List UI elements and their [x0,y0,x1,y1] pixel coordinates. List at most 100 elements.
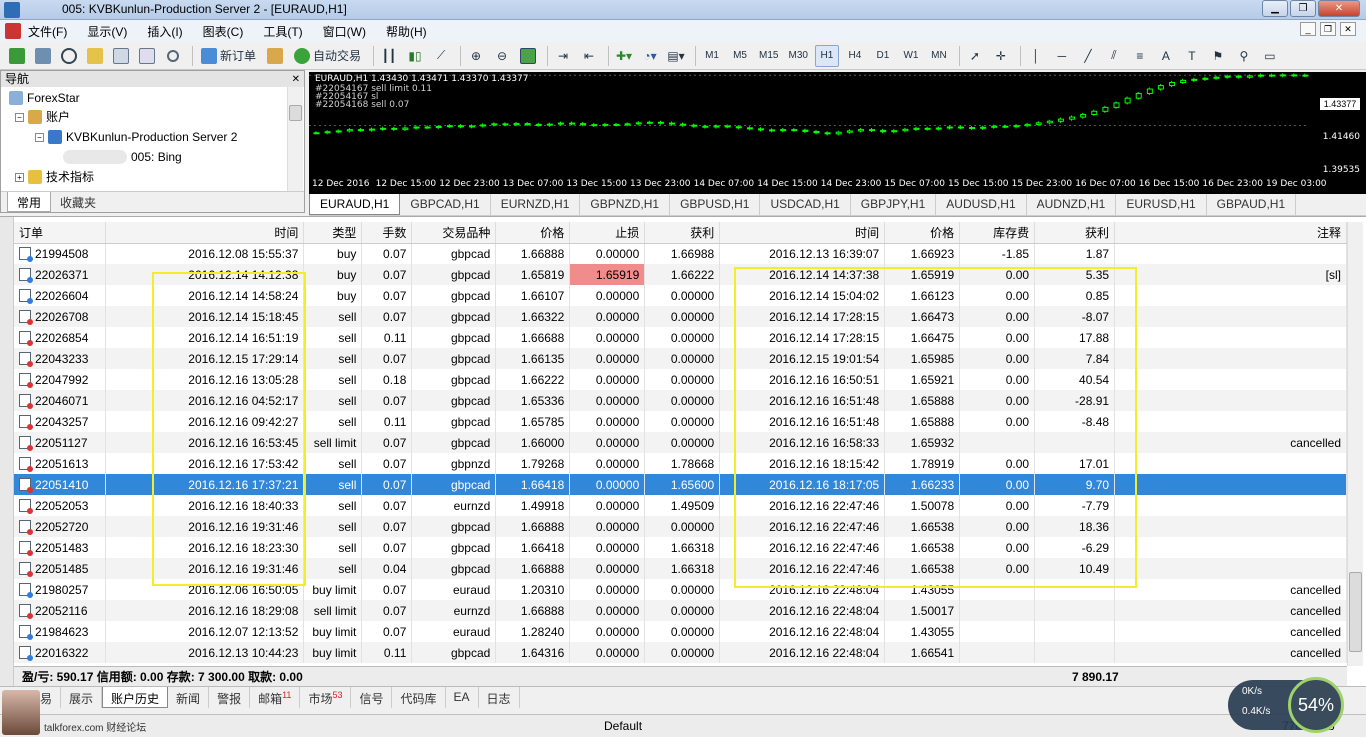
favorites-button[interactable] [84,45,106,67]
metaeditor-button[interactable] [264,45,286,67]
close-button[interactable]: ✕ [1318,0,1360,17]
candlestick-button[interactable]: ▮▯ [404,45,426,67]
timeframe-m30[interactable]: M30 [785,45,810,67]
tab-favorites[interactable]: 收藏夹 [51,192,105,212]
tree-item-server[interactable]: − KVBKunlun-Production Server 2 [35,128,237,146]
menu-help[interactable]: 帮助(H) [386,23,427,40]
close-icon[interactable]: ✕ [292,72,300,88]
column-header[interactable]: 止损 [569,222,646,244]
chart-tab[interactable]: GBPUSD,H1 [670,194,761,215]
table-row[interactable]: 22051410 2016.12.16 17:37:21 sell 0.07 gbpca… [14,474,1347,495]
menu-view[interactable]: 显示(V) [87,23,127,40]
timeframe-d1[interactable]: D1 [871,45,895,67]
table-row[interactable]: 22026708 2016.12.14 15:18:45 sell 0.07 gbpca… [14,306,1347,327]
table-row[interactable]: 22052720 2016.12.16 19:31:46 sell 0.07 gbpca… [14,516,1347,537]
terminal-tab[interactable]: 代码库 [392,687,446,708]
network-speed-widget[interactable]: 0K/s 0.4K/s 54% [1228,677,1344,733]
table-row[interactable]: 22026854 2016.12.14 16:51:19 sell 0.11 gbpca… [14,327,1347,348]
new-chart-button[interactable] [6,45,28,67]
zoom-in-button[interactable]: ⊕ [465,45,487,67]
cursor-tool[interactable]: ➚ [964,45,986,67]
collapse-icon[interactable]: − [35,132,44,142]
terminal-tab[interactable]: 展示 [61,687,103,708]
chart-tab[interactable]: GBPAUD,H1 [1207,194,1297,215]
tree-item-root[interactable]: ForexStar [9,89,80,107]
menu-charts[interactable]: 图表(C) [203,23,244,40]
vertical-line-tool[interactable]: │ [1025,45,1047,67]
timeframe-m15[interactable]: M15 [756,45,781,67]
timeframe-h4[interactable]: H4 [843,45,867,67]
column-header[interactable]: 订单 [14,222,107,244]
scrollbar-thumb[interactable] [289,105,302,121]
search-button[interactable]: ⚲ [1233,45,1255,67]
collapse-icon[interactable]: − [15,112,24,122]
arrow-tool[interactable]: ⚑ [1207,45,1229,67]
scrollbar-thumb[interactable] [1349,572,1362,652]
chart-tab[interactable]: AUDNZD,H1 [1027,194,1117,215]
column-header[interactable]: 价格 [884,222,961,244]
menu-tools[interactable]: 工具(T) [263,23,302,40]
terminal-scrollbar[interactable] [1347,222,1363,666]
trendline-tool[interactable]: ╱ [1077,45,1099,67]
table-row[interactable]: 21984623 2016.12.07 12:13:52 buy limit 0.07… [14,621,1347,642]
terminal-button[interactable] [136,45,158,67]
chart-minimize-button[interactable]: _ [1300,22,1316,36]
column-header[interactable]: 注释 [1114,222,1347,244]
column-header[interactable]: 手数 [361,222,413,244]
chat-button[interactable]: ▭ [1259,45,1281,67]
terminal-tab[interactable]: 信号 [351,687,393,708]
table-row[interactable]: 22043233 2016.12.15 17:29:14 sell 0.07 gbpca… [14,348,1347,369]
crosshair-tool[interactable]: ✛ [990,45,1012,67]
table-row[interactable]: 22026604 2016.12.14 14:58:24 buy 0.07 gbpcad… [14,285,1347,306]
market-watch-button[interactable] [58,45,80,67]
chart-tab[interactable]: GBPJPY,H1 [851,194,937,215]
auto-trading-button[interactable]: 自动交易 [290,45,365,67]
tree-item-account[interactable]: 005: Bing [63,148,182,166]
chart-tab[interactable]: GBPNZD,H1 [580,194,671,215]
menu-file[interactable]: 文件(F) [28,23,67,40]
table-row[interactable]: 22052053 2016.12.16 18:40:33 sell 0.07 eurnz… [14,495,1347,516]
new-order-button[interactable]: 新订单 [197,45,260,67]
tree-item-accounts[interactable]: − 账户 [15,108,70,126]
table-row[interactable]: 21994508 2016.12.08 15:55:37 buy 0.07 gbpcad… [14,243,1347,264]
text-tool[interactable]: A [1155,45,1177,67]
tab-common[interactable]: 常用 [7,192,52,212]
table-row[interactable]: 22052116 2016.12.16 18:29:08 sell limit 0.0… [14,600,1347,621]
terminal-tab[interactable]: 日志 [479,687,520,708]
timeframe-m5[interactable]: M5 [728,45,752,67]
table-row[interactable]: 22026371 2016.12.14 14:12:38 buy 0.07 gbpcad… [14,264,1347,285]
chart-tab[interactable]: EURUSD,H1 [1116,194,1207,215]
tester-button[interactable] [162,45,184,67]
terminal-tab[interactable]: 账户历史 [102,687,169,708]
column-header[interactable]: 交易品种 [411,222,497,244]
terminal-tab[interactable]: 邮箱11 [250,687,301,708]
column-header[interactable]: 获利 [644,222,721,244]
chart-shift-button[interactable]: ⇤ [578,45,600,67]
timeframe-mn[interactable]: MN [927,45,951,67]
column-header[interactable]: 价格 [495,222,571,244]
chart-tab[interactable]: AUDUSD,H1 [936,194,1027,215]
label-tool[interactable]: T [1181,45,1203,67]
chart-tab[interactable]: GBPCAD,H1 [400,194,491,215]
tree-item-indicators[interactable]: + 技术指标 [15,168,94,186]
table-row[interactable]: 22046071 2016.12.16 04:52:17 sell 0.07 gbpca… [14,390,1347,411]
terminal-tab[interactable]: EA [446,687,479,708]
fibonacci-tool[interactable]: ≡ [1129,45,1151,67]
table-row[interactable]: 22043257 2016.12.16 09:42:27 sell 0.11 gbpca… [14,411,1347,432]
terminal-tab[interactable]: 警报 [209,687,251,708]
tile-windows-button[interactable] [517,45,539,67]
table-row[interactable]: 22051613 2016.12.16 17:53:42 sell 0.07 gbpnz… [14,453,1347,474]
menu-insert[interactable]: 插入(I) [147,23,182,40]
bar-chart-button[interactable]: ┃┃ [378,45,400,67]
expand-icon[interactable]: + [15,172,24,182]
navigator-button[interactable] [110,45,132,67]
table-row[interactable]: 22016322 2016.12.13 10:44:23 buy limit 0.11… [14,642,1347,663]
line-chart-button[interactable]: ⟋ [430,45,452,67]
timeframe-h1[interactable]: H1 [814,44,839,67]
terminal-tab[interactable]: 市场53 [300,687,352,708]
table-row[interactable]: 22051483 2016.12.16 18:23:30 sell 0.07 gbpca… [14,537,1347,558]
zoom-out-button[interactable]: ⊖ [491,45,513,67]
table-row[interactable]: 22051485 2016.12.16 19:31:46 sell 0.04 gbpca… [14,558,1347,579]
column-header[interactable]: 库存费 [959,222,1036,244]
table-row[interactable]: 22051127 2016.12.16 16:53:45 sell limit 0.0… [14,432,1347,453]
